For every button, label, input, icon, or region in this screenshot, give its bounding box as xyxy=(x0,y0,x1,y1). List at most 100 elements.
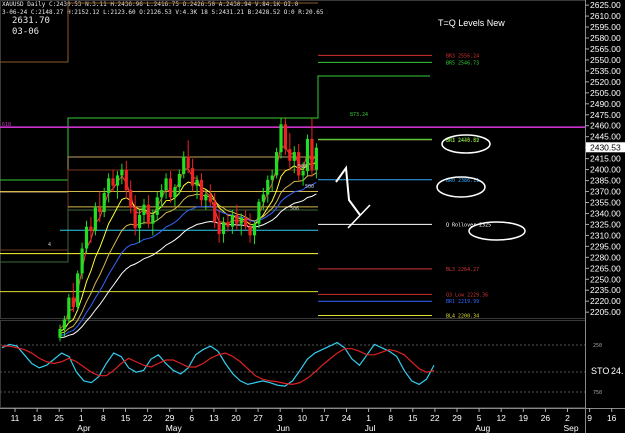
x-tick-label: 12 xyxy=(496,413,506,423)
price-tick-label: 2265.00 xyxy=(590,263,621,273)
level-label-4: BR3 2435.39 xyxy=(446,137,479,143)
price-tick-label: 2400.00 xyxy=(590,165,621,175)
level-label-9: BR1 2219.99 xyxy=(446,299,479,305)
candle-body xyxy=(107,178,111,193)
price-tick-label: 2325.00 xyxy=(590,219,621,229)
candle-body xyxy=(279,124,283,153)
candle-body xyxy=(182,156,186,174)
candle-body xyxy=(199,179,204,201)
price-tick-label: 2220.00 xyxy=(590,296,621,306)
x-tick-label: 15 xyxy=(121,413,131,423)
candle-body xyxy=(226,222,230,227)
candle-body xyxy=(124,169,128,191)
candle-body xyxy=(292,152,296,161)
candle-body xyxy=(71,297,75,308)
x-tick-label: 15 xyxy=(408,413,418,423)
x-tick-label: 25 xyxy=(54,413,64,423)
x-tick-label: 26 xyxy=(541,413,551,423)
candle-body xyxy=(235,214,239,224)
x-tick-label: 27 xyxy=(253,413,263,423)
candle-body xyxy=(84,226,89,249)
trend-mark-1 xyxy=(335,165,361,216)
month-label: Sep xyxy=(564,423,579,433)
candle-body xyxy=(217,222,221,234)
candle-body xyxy=(80,248,84,274)
price-tick-label: 2475.00 xyxy=(590,110,621,120)
candle-body xyxy=(257,201,261,224)
stochastic-panel xyxy=(0,320,586,408)
candle-body xyxy=(208,194,212,202)
x-tick-label: 2 xyxy=(565,413,570,423)
x-tick-label: 9 xyxy=(587,413,592,423)
stoch-label: STO xyxy=(591,366,609,376)
candle-body xyxy=(230,214,234,227)
candle-body xyxy=(76,273,80,308)
annotation-2: 500 xyxy=(305,184,314,190)
price-chart: T=Q Levels New BR3 2556.24BR5 2546.73 BR1… xyxy=(0,0,625,433)
level-label-8: Q3 Low 2229.36 xyxy=(446,292,488,298)
candle-body xyxy=(191,168,195,186)
price-tick-label: 2535.00 xyxy=(590,66,621,76)
x-tick-label: 1 xyxy=(79,413,84,423)
month-label: Jun xyxy=(276,423,290,433)
moving-average-3 xyxy=(59,181,317,337)
x-tick-label: 22 xyxy=(143,413,153,423)
candle-body xyxy=(314,147,318,170)
price-tick-label: 2445.00 xyxy=(590,132,621,142)
x-tick-label: 29 xyxy=(452,413,462,423)
annotation-1: 580 xyxy=(298,164,307,170)
level-label-1: BR5 2546.73 xyxy=(446,60,479,66)
x-tick-label: 3 xyxy=(278,413,283,423)
candle-body xyxy=(195,179,199,186)
candle-body xyxy=(283,124,288,150)
candle-body xyxy=(310,138,314,170)
last-price-label: 2430.53 xyxy=(590,142,621,152)
x-tick-label: 5 xyxy=(477,413,482,423)
moving-average-2 xyxy=(59,172,317,334)
stoch-tick-label: 750 xyxy=(593,390,602,396)
annotation-0: 873.24 xyxy=(350,112,368,118)
candle-body xyxy=(221,222,226,234)
price-tick-label: 2520.00 xyxy=(590,77,621,87)
candle-body xyxy=(186,156,190,169)
candle-body xyxy=(173,187,177,198)
month-label: Jul xyxy=(365,423,376,433)
candle-body xyxy=(270,175,274,180)
candle-body xyxy=(120,169,124,176)
highlight-ellipse-3 xyxy=(468,221,526,241)
candle-body xyxy=(142,204,146,215)
price-tick-label: 2235.00 xyxy=(590,285,621,295)
month-label: May xyxy=(166,423,183,433)
stoch-value: 24. xyxy=(611,366,624,376)
price-tick-label: 2625.00 xyxy=(590,0,621,10)
price-tick-label: 2580.00 xyxy=(590,33,621,43)
candle-body xyxy=(98,207,102,212)
x-tick-label: 17 xyxy=(320,413,330,423)
moving-average-4 xyxy=(59,193,317,339)
price-tick-label: 2460.00 xyxy=(590,121,621,131)
candle-body xyxy=(261,194,265,202)
pivot-step-line-4 xyxy=(0,209,318,263)
candle-body xyxy=(301,171,305,176)
price-tick-label: 2355.00 xyxy=(590,197,621,207)
candle-body xyxy=(274,152,279,176)
candle-body xyxy=(244,217,248,227)
price-tick-label: 2280.00 xyxy=(590,252,621,262)
month-label: Aug xyxy=(475,423,490,433)
candle-body xyxy=(213,201,217,223)
annotation-3: 4 xyxy=(48,242,51,248)
candle-body xyxy=(89,226,93,232)
candle-body xyxy=(102,192,106,212)
fib-618-label: 618 xyxy=(2,122,11,128)
x-tick-label: 22 xyxy=(430,413,440,423)
candle-body xyxy=(115,175,120,186)
chart-title: T=Q Levels New xyxy=(438,18,505,28)
price-tick-label: 2310.00 xyxy=(590,230,621,240)
candle-body xyxy=(177,173,181,188)
level-label-10: BL4 2200.34 xyxy=(446,314,479,320)
price-tick-label: 2490.00 xyxy=(590,99,621,109)
x-tick-label: 18 xyxy=(32,413,42,423)
candle-body xyxy=(160,190,164,198)
candle-body xyxy=(137,214,142,229)
candle-body xyxy=(248,226,252,236)
